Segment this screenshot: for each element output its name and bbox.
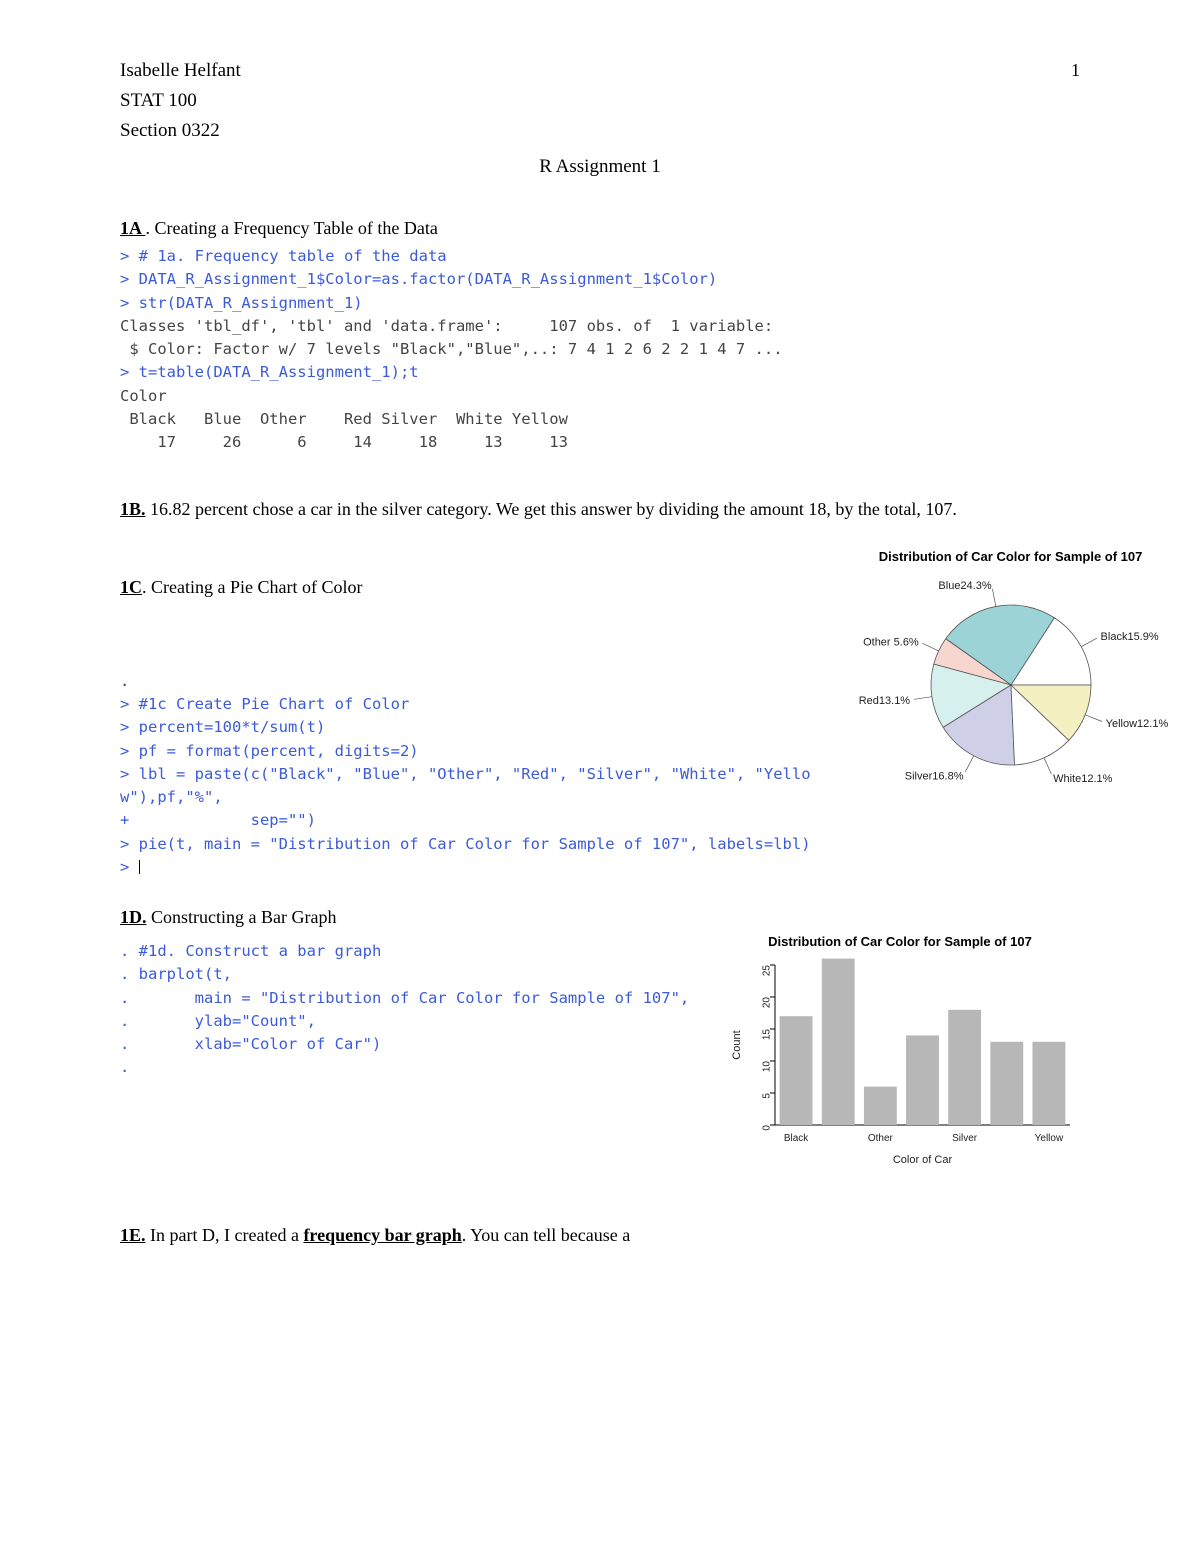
pie-chart-title: Distribution of Car Color for Sample of … bbox=[831, 549, 1191, 564]
pie-leader-line bbox=[1081, 638, 1097, 647]
section-text: 16.82 percent chose a car in the silver … bbox=[146, 499, 957, 519]
y-axis-label: Count bbox=[731, 1030, 743, 1059]
document-page: 1 Isabelle Helfant STAT 100 Section 0322… bbox=[0, 0, 1200, 1553]
code-line: > DATA_R_Assignment_1$Color=as.factor(DA… bbox=[120, 270, 717, 288]
x-axis-label: Color of Car bbox=[893, 1154, 953, 1166]
code-line: > percent=100*t/sum(t) bbox=[120, 718, 325, 736]
code-line: . barplot(t, bbox=[120, 965, 232, 983]
section-1E: 1E. In part D, I created a frequency bar… bbox=[120, 1220, 1080, 1251]
code-line: Black Blue Other Red Silver White Yellow bbox=[120, 410, 568, 428]
code-line: . #1d. Construct a bar graph bbox=[120, 942, 381, 960]
x-category-label: Black bbox=[784, 1133, 809, 1144]
x-category-label: Yellow bbox=[1035, 1133, 1064, 1144]
y-tick-label: 15 bbox=[762, 1029, 773, 1041]
pie-slice-label: Yellow12.1% bbox=[1105, 718, 1168, 730]
pie-leader-line bbox=[914, 697, 932, 700]
section-1A-heading: 1A . Creating a Frequency Table of the D… bbox=[120, 218, 1080, 239]
bar-chart-figure: Distribution of Car Color for Sample of … bbox=[720, 934, 1080, 1180]
code-line: > pie(t, main = "Distribution of Car Col… bbox=[120, 835, 811, 853]
bar bbox=[822, 959, 855, 1125]
bar bbox=[990, 1042, 1023, 1125]
pie-chart-svg: Black15.9% Blue24.3% Other 5.6% Red13.1% Sil… bbox=[831, 570, 1191, 800]
section-text: . Creating a Frequency Table of the Data bbox=[146, 218, 438, 238]
pie-slice-label: Silver16.8% bbox=[904, 770, 963, 782]
code-line: Classes 'tbl_df', 'tbl' and 'data.frame'… bbox=[120, 317, 773, 335]
section-text: Constructing a Bar Graph bbox=[147, 907, 337, 927]
code-line: 17 26 6 14 18 13 13 bbox=[120, 433, 568, 451]
code-line: w"),pf,"%", bbox=[120, 788, 223, 806]
pie-slice-label: White12.1% bbox=[1053, 773, 1113, 785]
bar bbox=[864, 1087, 897, 1125]
code-line: $ Color: Factor w/ 7 levels "Black","Blu… bbox=[120, 340, 783, 358]
pie-leader-line bbox=[1085, 715, 1102, 722]
pie-slice-label: Other 5.6% bbox=[863, 636, 919, 648]
section-text: . You can tell because a bbox=[462, 1225, 630, 1245]
bar-chart-svg: 0 5 10 15 20 25 Count Black Other Silver Yellow Col… bbox=[720, 955, 1080, 1175]
document-title: R Assignment 1 bbox=[120, 156, 1080, 178]
bar bbox=[948, 1010, 981, 1125]
pie-slice-label: Red13.1% bbox=[858, 695, 910, 707]
section-text: . Creating a Pie Chart of Color bbox=[142, 577, 362, 597]
bar bbox=[906, 1035, 939, 1125]
pie-slice-label: Black15.9% bbox=[1100, 631, 1158, 643]
student-header: Isabelle Helfant STAT 100 Section 0322 bbox=[120, 60, 1080, 142]
y-tick-label: 20 bbox=[762, 997, 773, 1009]
code-line: Color bbox=[120, 387, 167, 405]
code-line: > pf = format(percent, digits=2) bbox=[120, 742, 419, 760]
bar-chart-title: Distribution of Car Color for Sample of … bbox=[720, 934, 1080, 949]
bar bbox=[780, 1016, 813, 1125]
code-line: . bbox=[120, 672, 129, 690]
emphasis-text: frequency bar graph bbox=[303, 1225, 461, 1245]
y-tick-label: 0 bbox=[762, 1125, 773, 1131]
section-label: 1B. bbox=[120, 499, 146, 519]
code-line: > # 1a. Frequency table of the data bbox=[120, 247, 447, 265]
pie-leader-line bbox=[1044, 758, 1051, 774]
text-cursor-icon bbox=[139, 860, 140, 874]
section-1B: 1B. 16.82 percent chose a car in the sil… bbox=[120, 494, 1080, 525]
y-tick-label: 25 bbox=[762, 965, 773, 977]
x-category-label: Other bbox=[868, 1133, 894, 1144]
x-category-label: Silver bbox=[952, 1133, 978, 1144]
code-line: > bbox=[120, 858, 140, 876]
code-line: > lbl = paste(c("Black", "Blue", "Other"… bbox=[120, 765, 811, 783]
code-line: . ylab="Count", bbox=[120, 1012, 316, 1030]
code-line: + sep="") bbox=[120, 811, 316, 829]
pie-slice-label: Blue24.3% bbox=[938, 580, 991, 592]
section-label: 1E. bbox=[120, 1225, 146, 1245]
pie-chart-figure: Distribution of Car Color for Sample of … bbox=[831, 549, 1191, 805]
code-line: > str(DATA_R_Assignment_1) bbox=[120, 294, 363, 312]
code-line: > t=table(DATA_R_Assignment_1);t bbox=[120, 363, 419, 381]
course-code: STAT 100 bbox=[120, 90, 1080, 112]
code-line: . bbox=[120, 1058, 129, 1076]
pie-leader-line bbox=[922, 643, 938, 651]
section-1C-heading: 1C. Creating a Pie Chart of Color bbox=[120, 577, 811, 598]
code-line: > #1c Create Pie Chart of Color bbox=[120, 695, 409, 713]
y-tick-label: 10 bbox=[762, 1061, 773, 1073]
pie-leader-line bbox=[992, 589, 995, 607]
pie-leader-line bbox=[965, 756, 973, 772]
code-line: . xlab="Color of Car") bbox=[120, 1035, 381, 1053]
page-number: 1 bbox=[1071, 60, 1080, 81]
code-block-1C: . > #1c Create Pie Chart of Color > perc… bbox=[120, 670, 811, 879]
section-code: Section 0322 bbox=[120, 120, 1080, 142]
section-label: 1D. bbox=[120, 907, 147, 927]
section-label: 1A bbox=[120, 218, 146, 238]
section-label: 1C bbox=[120, 577, 142, 597]
section-1D-heading: 1D. Constructing a Bar Graph bbox=[120, 907, 1080, 928]
code-block-1D: . #1d. Construct a bar graph . barplot(t… bbox=[120, 940, 700, 1080]
y-tick-label: 5 bbox=[762, 1093, 773, 1099]
bar bbox=[1032, 1042, 1065, 1125]
code-block-1A: > # 1a. Frequency table of the data > DA… bbox=[120, 245, 1080, 454]
section-text: In part D, I created a bbox=[146, 1225, 304, 1245]
student-name: Isabelle Helfant bbox=[120, 60, 1080, 82]
code-line: . main = "Distribution of Car Color for … bbox=[120, 989, 689, 1007]
